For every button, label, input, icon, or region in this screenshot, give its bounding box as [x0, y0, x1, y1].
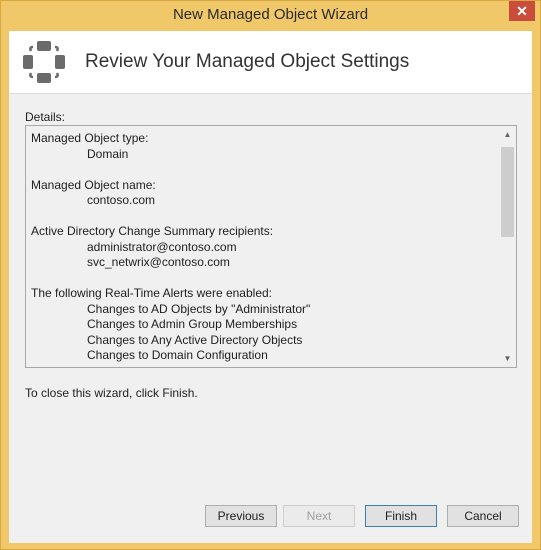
scroll-down-icon[interactable]: ▼ — [499, 350, 516, 367]
details-line: The following Real-Time Alerts were enab… — [31, 286, 273, 300]
details-line: Changes to Admin Group Memberships — [87, 317, 298, 331]
details-line: Changes to Domain Configuration — [87, 348, 268, 362]
title-bar: New Managed Object Wizard ✕ — [1, 1, 540, 30]
next-button[interactable]: Next — [283, 505, 355, 527]
details-line: Managed Object type: — [31, 131, 149, 145]
details-line: contoso.com — [87, 193, 156, 207]
details-line: svc_netwrix@contoso.com — [87, 255, 230, 269]
details-line: Managed Object name: — [31, 177, 156, 192]
previous-button[interactable]: Previous — [205, 505, 277, 527]
details-line: Active Directory Change Summary recipien… — [31, 224, 274, 238]
details-label: Details: — [25, 110, 66, 124]
finish-instruction: To close this wizard, click Finish. — [25, 386, 198, 400]
finish-button[interactable]: Finish — [365, 505, 437, 527]
page-title: Review Your Managed Object Settings — [85, 51, 410, 72]
wizard-header: Review Your Managed Object Settings — [9, 31, 532, 94]
details-textbox[interactable]: Managed Object type: Domain Managed Obje… — [25, 125, 517, 368]
wizard-window: New Managed Object Wizard ✕ Review Your … — [0, 0, 541, 550]
managed-object-nodes-icon — [23, 41, 65, 83]
vertical-scrollbar[interactable]: ▲ ▼ — [499, 126, 516, 367]
wizard-body: Review Your Managed Object Settings Deta… — [9, 31, 532, 543]
details-line: Changes to Any Active Directory Objects — [87, 332, 303, 347]
close-button[interactable]: ✕ — [509, 1, 535, 21]
window-title: New Managed Object Wizard — [172, 6, 369, 23]
scroll-thumb[interactable] — [501, 147, 514, 237]
close-icon: ✕ — [516, 3, 528, 19]
details-line: Domain — [87, 146, 129, 161]
cancel-button[interactable]: Cancel — [447, 505, 519, 527]
details-line: Changes to AD Objects by "Administrator" — [87, 301, 311, 316]
scroll-up-icon[interactable]: ▲ — [499, 126, 516, 143]
details-content: Managed Object type: Domain Managed Obje… — [31, 131, 491, 364]
details-line: administrator@contoso.com — [87, 239, 237, 254]
